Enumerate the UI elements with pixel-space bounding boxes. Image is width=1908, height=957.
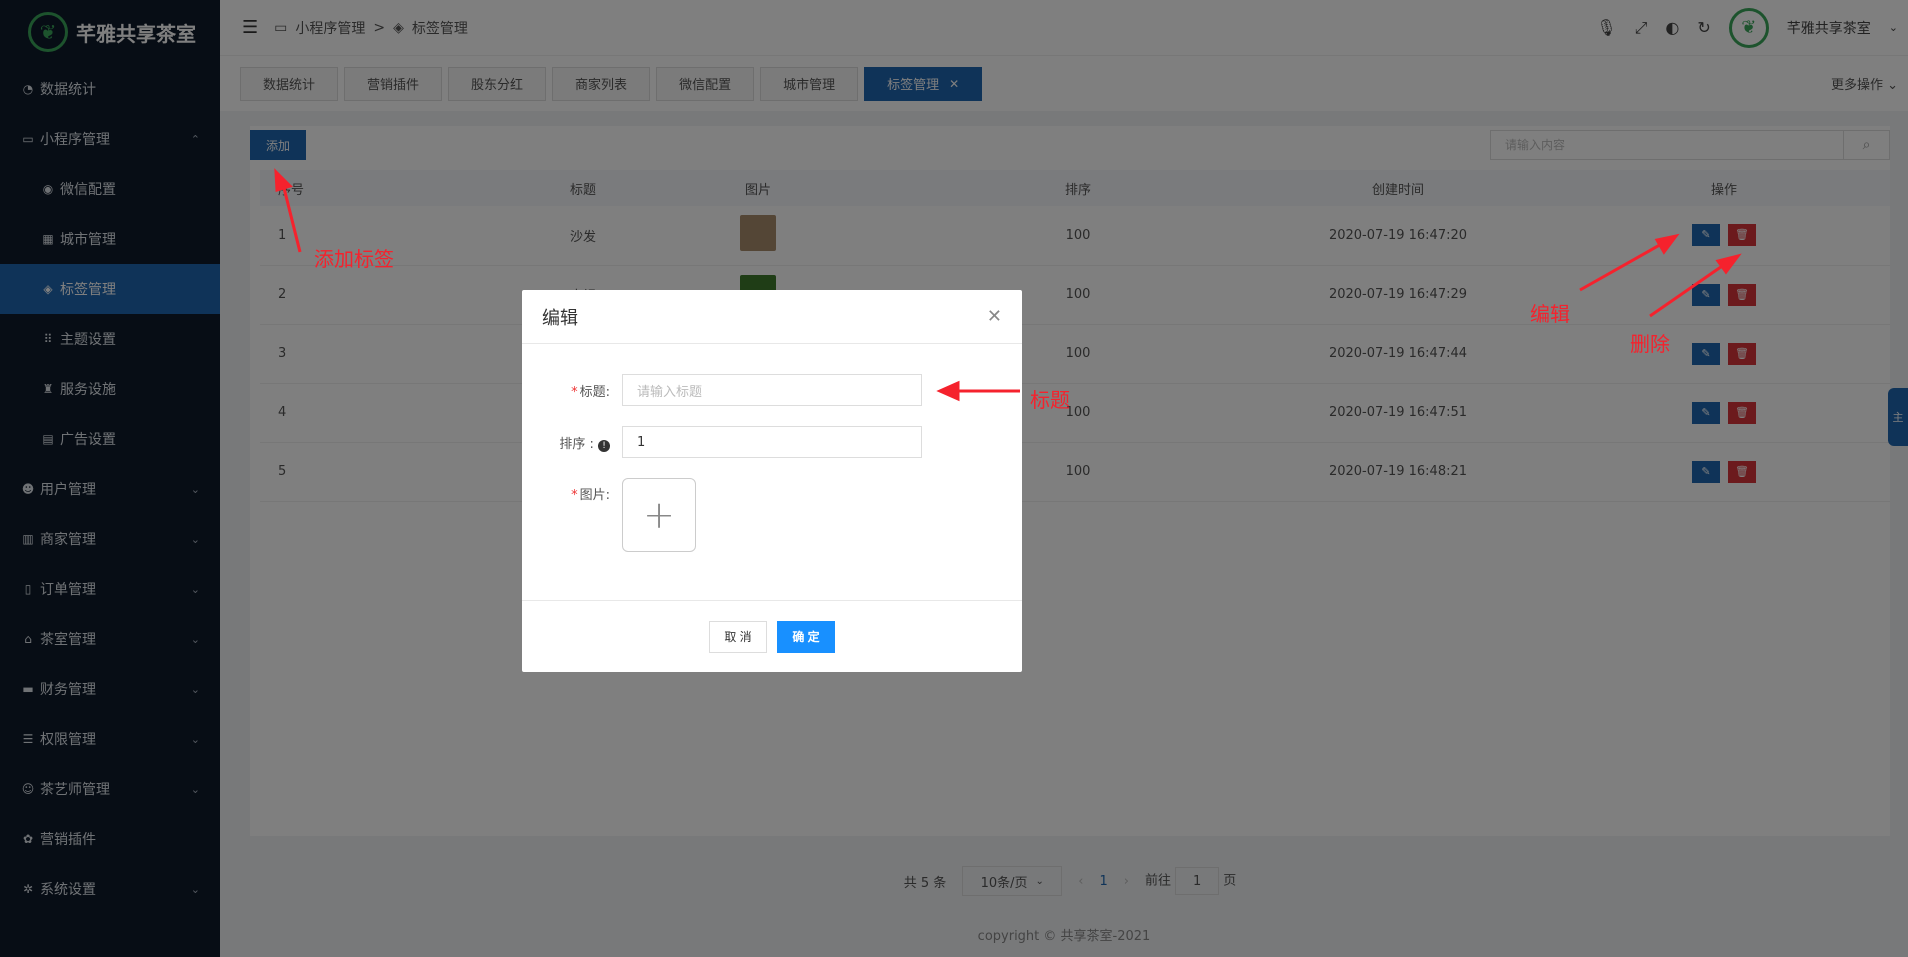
image-upload-plus-icon[interactable]: +	[622, 478, 696, 552]
dialog-title: 编辑	[522, 290, 1022, 344]
title-label: 标题:	[579, 384, 610, 400]
confirm-button[interactable]: 确 定	[777, 620, 835, 653]
title-input[interactable]: 请输入标题	[622, 374, 922, 406]
annotation-add: 添加标签	[314, 247, 394, 271]
cancel-button[interactable]: 取 消	[709, 620, 767, 653]
close-icon[interactable]: ✕	[987, 306, 1002, 327]
dialog-footer: 取 消 确 定	[522, 600, 1022, 672]
annotation-title: 标题	[1030, 388, 1070, 412]
info-icon[interactable]: !	[598, 439, 610, 452]
sort-input[interactable]: 1	[622, 426, 922, 458]
image-label: 图片:	[579, 488, 610, 503]
annotation-edit: 编辑	[1530, 302, 1570, 326]
sort-label: 排序 :	[559, 436, 594, 452]
form-row-image: * 图片: +	[522, 478, 696, 552]
annotation-delete: 删除	[1630, 332, 1670, 356]
form-row-sort: 排序 : ! 1	[522, 426, 922, 458]
form-row-title: * 标题: 请输入标题	[522, 374, 922, 406]
edit-dialog: 编辑 ✕ * 标题: 请输入标题 排序 : ! 1 * 图片: + 取 消 确 定	[522, 290, 1022, 672]
